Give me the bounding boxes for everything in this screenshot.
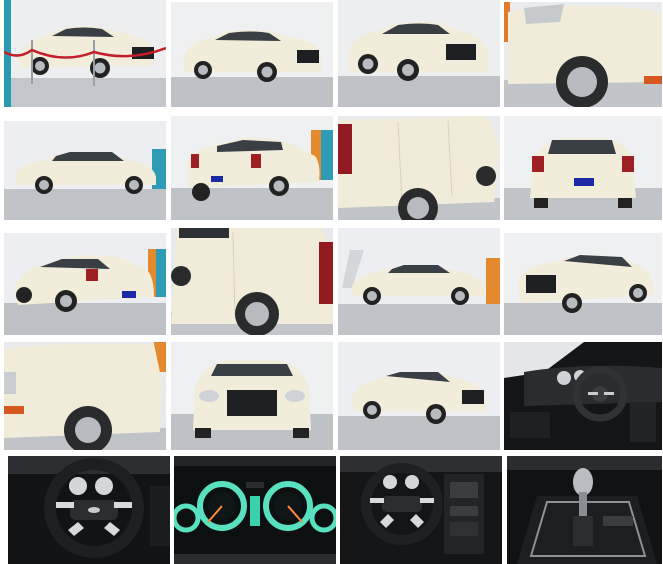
photo-thumbnail[interactable]	[171, 2, 333, 107]
steering-wheel-photo	[8, 456, 170, 564]
car-photo-front-three-quarter-right	[504, 233, 662, 335]
car-photo-dashboard-interior	[504, 342, 662, 450]
photo-thumbnail[interactable]	[504, 233, 662, 335]
photo-thumbnail[interactable]	[174, 456, 336, 564]
photo-thumbnail[interactable]	[340, 456, 502, 564]
photo-thumbnail[interactable]	[171, 228, 333, 335]
car-photo-front-three-quarter	[338, 0, 500, 107]
photo-thumbnail[interactable]	[4, 342, 166, 450]
photo-thumbnail[interactable]	[338, 228, 500, 335]
car-photo-front-three-quarter	[4, 0, 166, 107]
photo-thumbnail[interactable]	[507, 456, 662, 564]
car-photo-front	[171, 342, 333, 450]
photo-thumbnail[interactable]	[504, 342, 662, 450]
photo-thumbnail[interactable]	[338, 0, 500, 107]
car-photo-front-three-quarter	[171, 2, 333, 107]
car-photo-front-fender-closeup	[4, 342, 166, 450]
photo-thumbnail[interactable]	[4, 121, 166, 220]
car-photo-rear-door-closeup	[338, 116, 500, 220]
photo-thumbnail[interactable]	[171, 116, 333, 220]
car-photo-rear-fender-closeup	[504, 2, 662, 107]
car-photo-rear-three-quarter-left	[4, 233, 166, 335]
photo-thumbnail[interactable]	[338, 342, 500, 450]
car-photo-side-profile	[4, 121, 166, 220]
photo-thumbnail[interactable]	[8, 456, 170, 564]
photo-thumbnail[interactable]	[338, 116, 500, 220]
steering-wheel-dashboard-photo	[340, 456, 502, 564]
car-photo-front-three-quarter-far	[338, 342, 500, 450]
photo-thumbnail[interactable]	[504, 116, 662, 220]
car-photo-front-door-closeup	[171, 228, 333, 335]
photo-thumbnail[interactable]	[4, 233, 166, 335]
car-photo-rear-three-quarter	[171, 116, 333, 220]
photo-thumbnail[interactable]	[171, 342, 333, 450]
photo-thumbnail[interactable]	[4, 0, 166, 107]
photo-thumbnail[interactable]	[504, 2, 662, 107]
car-photo-side-profile-far	[338, 228, 500, 335]
photo-gallery-grid	[0, 0, 663, 564]
gear-shifter-photo	[507, 456, 662, 564]
instrument-cluster-photo	[174, 456, 336, 564]
car-photo-rear	[504, 116, 662, 220]
